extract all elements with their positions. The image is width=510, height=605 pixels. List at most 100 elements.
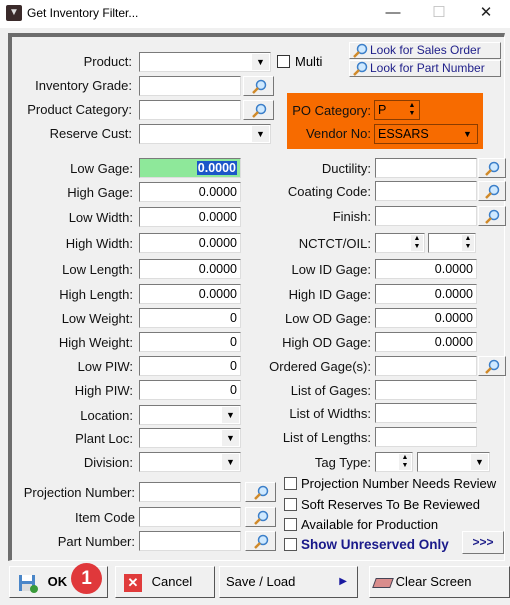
high-piw-label: High PIW: <box>74 383 133 398</box>
chevron-down-icon[interactable]: ▼ <box>252 126 269 142</box>
ductility-search-button[interactable] <box>478 158 506 178</box>
high-gage-input[interactable]: 0.0000 <box>139 182 241 202</box>
projection-number-label: Projection Number: <box>23 485 135 500</box>
ok-label: OK <box>47 574 68 589</box>
chevron-down-icon[interactable]: ▼ <box>252 54 269 70</box>
spin-arrows-icon[interactable]: ▲ ▼ <box>411 235 423 251</box>
projection-number-needs-review-checkbox[interactable] <box>284 477 297 490</box>
oil-spinner[interactable]: ▲ ▼ <box>428 233 476 253</box>
product-category-input[interactable] <box>139 100 241 120</box>
high-id-gage-label: High ID Gage: <box>288 287 371 302</box>
list-of-widths-label: List of Widths: <box>289 406 371 421</box>
low-length-label: Low Length: <box>62 262 133 277</box>
list-of-lengths-input[interactable] <box>375 427 477 447</box>
division-combo[interactable]: ▼ <box>139 452 241 472</box>
low-od-gage-input[interactable]: 0.0000 <box>375 308 477 328</box>
high-weight-input[interactable]: 0 <box>139 332 241 352</box>
chevron-down-icon[interactable]: ▼ <box>222 407 239 423</box>
chevron-down-icon[interactable]: ▼ <box>222 430 239 446</box>
high-id-gage-input[interactable]: 0.0000 <box>375 284 477 304</box>
product-label: Product: <box>83 54 132 69</box>
low-piw-input[interactable]: 0 <box>139 356 241 376</box>
tag-type-spinner[interactable]: ▲ ▼ <box>375 452 413 472</box>
play-arrow-icon: ▶ <box>339 576 347 587</box>
item-code-input[interactable] <box>139 507 241 527</box>
maximize-button[interactable]: ☐ <box>424 2 454 24</box>
division-label: Division: <box>83 455 133 470</box>
part-number-search-button[interactable] <box>245 531 276 551</box>
magnifier-icon <box>253 510 268 525</box>
soft-reserves-to-be-reviewed-checkbox[interactable] <box>284 498 297 511</box>
chevron-down-icon[interactable]: ▼ <box>222 454 239 470</box>
look-for-part-number-button[interactable]: Look for Part Number <box>349 60 501 77</box>
ordered-gage-s-search-button[interactable] <box>478 356 506 376</box>
high-piw-input[interactable]: 0 <box>139 380 241 400</box>
tag-type-combo[interactable]: ▼ <box>417 452 490 472</box>
save-load-label: Save / Load <box>226 574 296 589</box>
low-length-input[interactable]: 0.0000 <box>139 259 241 279</box>
magnifier-icon <box>353 61 368 76</box>
window-title: Get Inventory Filter... <box>27 6 139 20</box>
high-od-gage-input[interactable]: 0.0000 <box>375 332 477 352</box>
high-weight-label: High Weight: <box>58 335 133 350</box>
inventory-grade-search-button[interactable] <box>243 76 274 96</box>
magnifier-icon <box>485 209 500 224</box>
po-category-spinner[interactable]: P ▲ ▼ <box>374 100 420 120</box>
spin-arrows-icon[interactable]: ▲ ▼ <box>462 235 474 251</box>
high-width-input[interactable]: 0.0000 <box>139 233 241 253</box>
coating-code-label: Coating Code: <box>287 184 371 199</box>
high-width-label: High Width: <box>65 236 133 251</box>
close-button[interactable]: ✕ <box>471 2 501 24</box>
chevron-down-icon[interactable]: ▼ <box>471 454 488 470</box>
location-label: Location: <box>80 408 133 423</box>
po-vendor-box: PO Category: P ▲ ▼ Vendor No: ESSARS ▼ <box>287 93 483 149</box>
show-unreserved-only-checkbox[interactable] <box>284 538 297 551</box>
tag-type-label: Tag Type: <box>314 455 371 470</box>
part-number-label: Part Number: <box>57 534 135 549</box>
low-width-input[interactable]: 0.0000 <box>139 207 241 227</box>
list-of-gages-input[interactable] <box>375 380 477 400</box>
magnifier-icon <box>251 103 266 118</box>
save-load-button[interactable]: Save / Load ▶ <box>219 566 358 598</box>
spin-arrows-icon[interactable]: ▲ ▼ <box>406 102 418 118</box>
multi-checkbox[interactable] <box>277 55 290 68</box>
clear-screen-button[interactable]: Clear Screen <box>369 566 510 598</box>
finish-input[interactable] <box>375 206 477 226</box>
spin-arrows-icon[interactable]: ▲ ▼ <box>399 454 411 470</box>
item-code-search-button[interactable] <box>245 507 276 527</box>
low-weight-input[interactable]: 0 <box>139 308 241 328</box>
low-piw-label: Low PIW: <box>77 359 133 374</box>
low-gage-input[interactable]: 0.0000 <box>139 158 241 178</box>
reserve-cust-combo[interactable]: ▼ <box>139 124 271 144</box>
show-unreserved-only-label: Show Unreserved Only <box>301 537 449 552</box>
high-length-input[interactable]: 0.0000 <box>139 284 241 304</box>
projection-number-search-button[interactable] <box>245 482 276 502</box>
plant-loc-combo[interactable]: ▼ <box>139 428 241 448</box>
chevron-down-icon[interactable]: ▼ <box>459 126 476 142</box>
cancel-button[interactable]: ✕ Cancel <box>115 566 215 598</box>
projection-number-input[interactable] <box>139 482 241 502</box>
low-id-gage-input[interactable]: 0.0000 <box>375 259 477 279</box>
location-combo[interactable]: ▼ <box>139 405 241 425</box>
part-number-input[interactable] <box>139 531 241 551</box>
more-button[interactable]: >>> <box>462 531 504 554</box>
nctct-spinner[interactable]: ▲ ▼ <box>375 233 425 253</box>
item-code-label: Item Code <box>75 510 135 525</box>
coating-code-search-button[interactable] <box>478 181 506 201</box>
ordered-gage-s-input[interactable] <box>375 356 477 376</box>
list-of-widths-input[interactable] <box>375 403 477 423</box>
product-combo[interactable]: ▼ <box>139 52 271 72</box>
minimize-button[interactable]: — <box>378 2 408 24</box>
coating-code-input[interactable] <box>375 181 477 201</box>
vendor-no-combo[interactable]: ESSARS ▼ <box>374 124 478 144</box>
look-for-sales-order-button[interactable]: Look for Sales Order <box>349 42 501 59</box>
available-for-production-checkbox[interactable] <box>284 518 297 531</box>
product-category-search-button[interactable] <box>243 100 274 120</box>
cancel-x-icon: ✕ <box>124 573 142 592</box>
ductility-input[interactable] <box>375 158 477 178</box>
high-gage-label: High Gage: <box>67 185 133 200</box>
inventory-grade-input[interactable] <box>139 76 241 96</box>
ordered-gage-s-label: Ordered Gage(s): <box>269 359 371 374</box>
magnifier-icon <box>485 359 500 374</box>
finish-search-button[interactable] <box>478 206 506 226</box>
